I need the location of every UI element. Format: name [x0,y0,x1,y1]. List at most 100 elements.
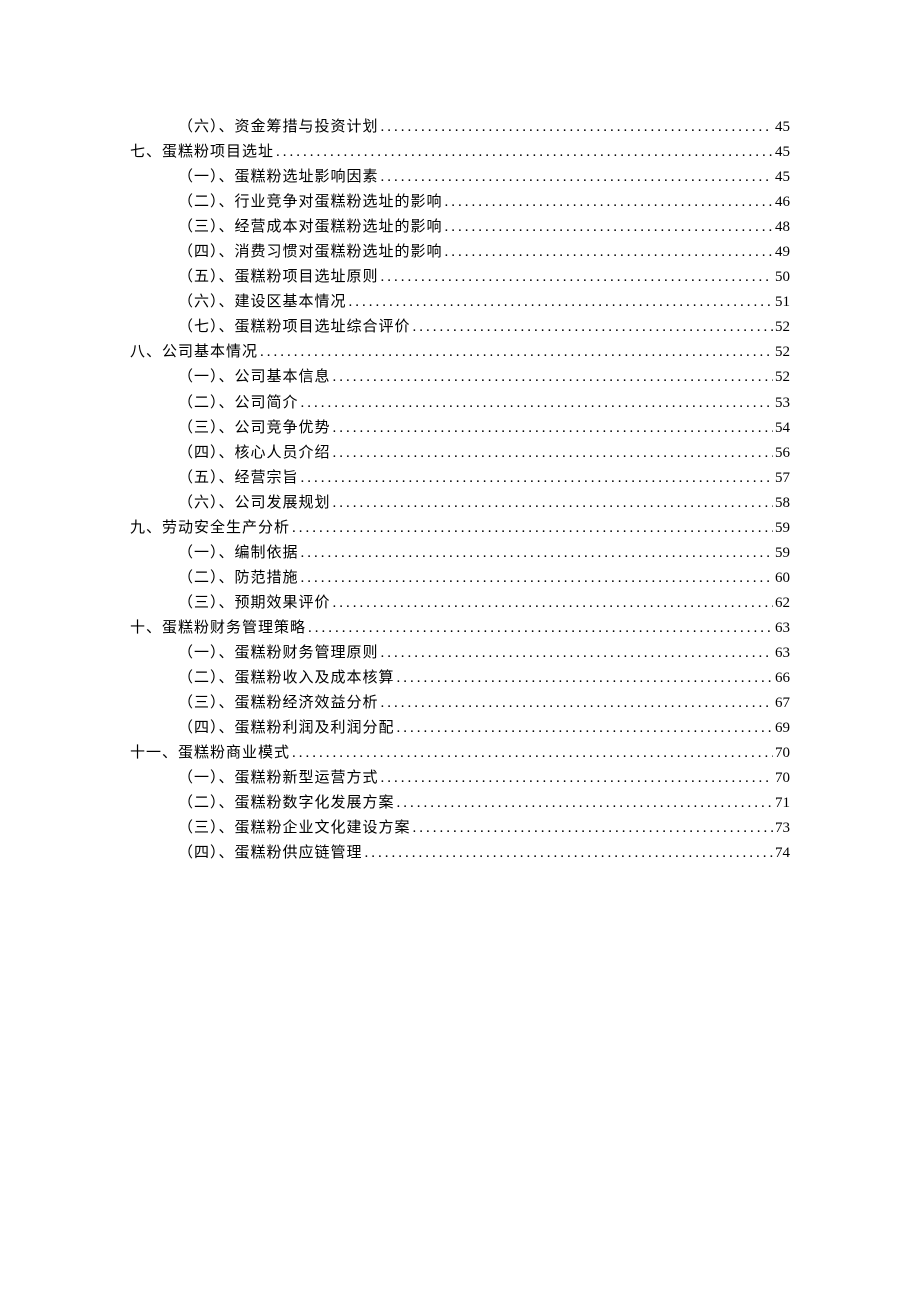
toc-entry-page: 45 [775,165,790,190]
toc-entry-label: （六）、公司发展规划 [178,491,331,516]
toc-entry: （四）、蛋糕粉利润及利润分配 69 [178,716,790,741]
toc-entry-label: （三）、蛋糕粉经济效益分析 [178,691,379,716]
toc-leader-dots [333,416,773,441]
toc-leader-dots [333,365,773,390]
toc-entry-page: 73 [775,816,790,841]
toc-entry-page: 70 [775,741,790,766]
toc-entry-label: 九、劳动安全生产分析 [130,516,290,541]
toc-entry-label: （一）、公司基本信息 [178,365,331,390]
toc-entry: （二）、公司简介 53 [178,391,790,416]
toc-entry: （四）、核心人员介绍 56 [178,441,790,466]
toc-entry: （三）、蛋糕粉经济效益分析67 [178,691,790,716]
toc-entry-page: 60 [775,566,790,591]
toc-leader-dots [413,816,773,841]
toc-leader-dots [276,140,773,165]
toc-entry: （三）、蛋糕粉企业文化建设方案 73 [178,816,790,841]
toc-entry: 十一、蛋糕粉商业模式 70 [130,741,790,766]
toc-leader-dots [333,491,773,516]
toc-entry-label: （四）、消费习惯对蛋糕粉选址的影响 [178,240,443,265]
toc-entry: （一）、编制依据59 [178,541,790,566]
toc-entry: （二）、防范措施 60 [178,566,790,591]
toc-entry: （一）、蛋糕粉新型运营方式 70 [178,766,790,791]
toc-entry-page: 63 [775,616,790,641]
toc-entry-page: 48 [775,215,790,240]
toc-leader-dots [349,290,773,315]
toc-entry: （一）、蛋糕粉选址影响因素 45 [178,165,790,190]
toc-leader-dots [397,791,773,816]
toc-entry-label: （四）、核心人员介绍 [178,441,331,466]
toc-entry-page: 54 [775,416,790,441]
toc-entry: （五）、经营宗旨57 [178,466,790,491]
toc-leader-dots [365,841,773,866]
toc-entry-label: （五）、蛋糕粉项目选址原则 [178,265,379,290]
toc-entry: （六）、建设区基本情况 51 [178,290,790,315]
toc-entry-label: （一）、蛋糕粉选址影响因素 [178,165,379,190]
toc-entry-page: 58 [775,491,790,516]
toc-entry-page: 71 [775,791,790,816]
toc-entry: 八、公司基本情况52 [130,340,790,365]
toc-entry-label: （一）、编制依据 [178,541,299,566]
toc-entry-label: （三）、公司竞争优势 [178,416,331,441]
toc-entry-page: 45 [775,140,790,165]
toc-entry-label: （六）、建设区基本情况 [178,290,347,315]
toc-entry-label: （六）、资金筹措与投资计划 [178,115,379,140]
toc-leader-dots [301,566,773,591]
toc-entry: （二）、蛋糕粉收入及成本核算 66 [178,666,790,691]
toc-entry-label: （四）、蛋糕粉供应链管理 [178,841,363,866]
toc-entry: 七、蛋糕粉项目选址45 [130,140,790,165]
toc-leader-dots [292,516,773,541]
toc-entry: （五）、蛋糕粉项目选址原则50 [178,265,790,290]
toc-leader-dots [397,716,773,741]
toc-leader-dots [445,215,773,240]
toc-entry-page: 70 [775,766,790,791]
toc-leader-dots [397,666,773,691]
toc-entry: （三）、预期效果评价62 [178,591,790,616]
toc-entry-page: 53 [775,391,790,416]
toc-leader-dots [413,315,773,340]
toc-entry-page: 52 [775,365,790,390]
toc-entry-page: 46 [775,190,790,215]
toc-entry-page: 51 [775,290,790,315]
toc-entry-label: （二）、防范措施 [178,566,299,591]
toc-entry-label: （七）、蛋糕粉项目选址综合评价 [178,315,411,340]
toc-entry-label: （五）、经营宗旨 [178,466,299,491]
toc-entry-page: 52 [775,340,790,365]
toc-entry-page: 59 [775,516,790,541]
toc-entry-page: 69 [775,716,790,741]
toc-entry: （二）、行业竞争对蛋糕粉选址的影响 46 [178,190,790,215]
toc-entry-page: 62 [775,591,790,616]
toc-entry: （六）、公司发展规划 58 [178,491,790,516]
toc-entry-label: 十、蛋糕粉财务管理策略 [130,616,306,641]
toc-leader-dots [381,265,773,290]
toc-entry-label: （三）、经营成本对蛋糕粉选址的影响 [178,215,443,240]
toc-entry-label: （一）、蛋糕粉新型运营方式 [178,766,379,791]
toc-entry: （一）、公司基本信息 52 [178,365,790,390]
toc-entry: （六）、资金筹措与投资计划45 [178,115,790,140]
toc-entry-label: （二）、蛋糕粉数字化发展方案 [178,791,395,816]
toc-entry-page: 66 [775,666,790,691]
toc-entry: 十、蛋糕粉财务管理策略 63 [130,616,790,641]
toc-entry: （四）、蛋糕粉供应链管理 74 [178,841,790,866]
toc-entry-label: （一）、蛋糕粉财务管理原则 [178,641,379,666]
toc-entry: （四）、消费习惯对蛋糕粉选址的影响 49 [178,240,790,265]
toc-leader-dots [301,541,773,566]
toc-leader-dots [381,641,773,666]
toc-entry-label: （二）、行业竞争对蛋糕粉选址的影响 [178,190,443,215]
toc-entry-page: 63 [775,641,790,666]
toc-entry-label: （三）、蛋糕粉企业文化建设方案 [178,816,411,841]
toc-entry: （一）、蛋糕粉财务管理原则 63 [178,641,790,666]
toc-leader-dots [301,391,773,416]
toc-leader-dots [381,165,773,190]
toc-entry-page: 56 [775,441,790,466]
toc-entry-page: 74 [775,841,790,866]
toc-entry: （三）、公司竞争优势 54 [178,416,790,441]
toc-entry-label: 十一、蛋糕粉商业模式 [130,741,290,766]
toc-entry-label: （二）、蛋糕粉收入及成本核算 [178,666,395,691]
toc-leader-dots [333,441,773,466]
toc-entry-page: 49 [775,240,790,265]
toc-entry: （三）、经营成本对蛋糕粉选址的影响 48 [178,215,790,240]
toc-leader-dots [301,466,773,491]
toc-entry-label: （二）、公司简介 [178,391,299,416]
toc-entry-label: （四）、蛋糕粉利润及利润分配 [178,716,395,741]
toc-leader-dots [445,240,773,265]
